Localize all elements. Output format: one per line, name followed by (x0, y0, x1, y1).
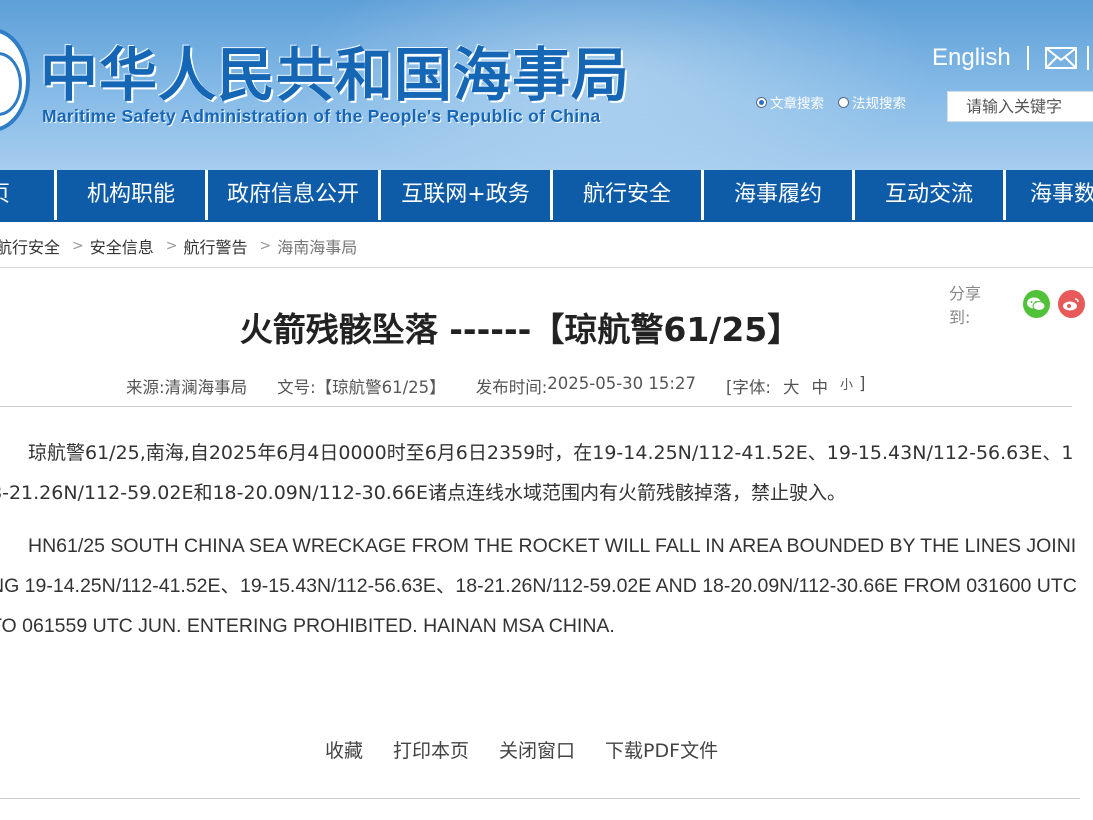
favorite-button[interactable]: 收藏 (325, 736, 363, 763)
breadcrumb: 航行安全 > 安全信息 > 航行警告 > 海南海事局 (0, 234, 357, 258)
chevron-right-icon: > (165, 238, 178, 254)
time-label: 发布时间: (475, 378, 548, 397)
radio-selected-icon (756, 96, 767, 108)
nav-item-navigation-safety[interactable]: 航行安全 (553, 170, 701, 220)
divider (1086, 46, 1089, 70)
english-link[interactable]: English (932, 44, 1011, 72)
time-value: 2025-05-30 15:27 (547, 374, 696, 393)
font-size-medium-button[interactable]: 中 (811, 374, 828, 398)
search-input[interactable]: 请输入关键字 (947, 91, 1093, 122)
font-size-label: [字体: (725, 378, 771, 397)
docno-label: 文号: (277, 378, 316, 397)
radio-label: 法规搜索 (852, 96, 906, 112)
site-header: 中华人民共和国海事局 Maritime Safety Administratio… (0, 0, 1093, 170)
article-paragraph-cn: 琼航警61/25,南海,自2025年6月4日0000时至6月6日2359时，在1… (0, 442, 1074, 504)
breadcrumb-item-current[interactable]: 海南海事局 (277, 234, 357, 258)
breadcrumb-item[interactable]: 航行警告 (184, 234, 248, 258)
font-size-large-button[interactable]: 大 (783, 374, 800, 398)
close-window-button[interactable]: 关闭窗口 (499, 736, 575, 763)
article-meta: 来源: 清澜海事局 文号: 【琼航警61/25】 发布时间: 2025-05-3… (126, 374, 865, 398)
radio-article-search[interactable]: 文章搜索 (756, 92, 824, 112)
source-value: 清澜海事局 (164, 378, 248, 397)
msa-emblem-logo[interactable] (0, 28, 30, 132)
nav-item-internet-gov[interactable]: 互联网+政务 (381, 170, 550, 220)
nav-item-gov-info[interactable]: 政府信息公开 (208, 170, 378, 220)
meta-divider (0, 406, 1072, 407)
article-paragraph-en: HN61/25 SOUTH CHINA SEA WRECKAGE FROM TH… (0, 535, 1077, 637)
nav-divider (0, 220, 1093, 222)
main-nav: 页 机构职能 政府信息公开 互联网+政务 航行安全 海事履约 互动交流 海事数 (0, 170, 1093, 222)
nav-item-functions[interactable]: 机构职能 (57, 170, 205, 220)
mail-icon[interactable] (1044, 47, 1077, 69)
print-button[interactable]: 打印本页 (393, 736, 469, 763)
radio-unselected-icon (838, 96, 849, 108)
chevron-right-icon: > (72, 238, 84, 254)
search-type-options: 文章搜索 法规搜索 (756, 92, 920, 112)
site-title-en[interactable]: Maritime Safety Administration of the Pe… (42, 106, 600, 127)
radio-law-search[interactable]: 法规搜索 (838, 92, 906, 112)
weibo-icon[interactable] (1057, 290, 1085, 318)
divider (1026, 46, 1029, 70)
chevron-right-icon: > (259, 238, 272, 254)
article-title: 火箭残骸坠落 ------【琼航警61/25】 (239, 310, 801, 349)
top-links: English (932, 44, 1089, 72)
nav-item-home[interactable]: 页 (0, 170, 54, 220)
breadcrumb-divider (0, 267, 1093, 268)
breadcrumb-item[interactable]: 安全信息 (90, 234, 154, 258)
docno-value: 【琼航警61/25】 (315, 378, 446, 397)
site-title-cn[interactable]: 中华人民共和国海事局 (40, 28, 630, 112)
article-actions: 收藏 打印本页 关闭窗口 下载PDF文件 (325, 736, 748, 763)
nav-item-data[interactable]: 海事数 (1006, 170, 1093, 220)
download-pdf-button[interactable]: 下载PDF文件 (605, 736, 718, 763)
radio-label: 文章搜索 (770, 96, 824, 112)
source-label: 来源: (126, 378, 165, 397)
breadcrumb-item[interactable]: 航行安全 (0, 234, 60, 258)
footer-divider (0, 798, 1080, 799)
nav-item-interaction[interactable]: 互动交流 (855, 170, 1003, 220)
nav-item-compliance[interactable]: 海事履约 (704, 170, 852, 220)
font-size-small-button[interactable]: 小 (840, 374, 853, 398)
font-size-close: ] (858, 374, 866, 393)
